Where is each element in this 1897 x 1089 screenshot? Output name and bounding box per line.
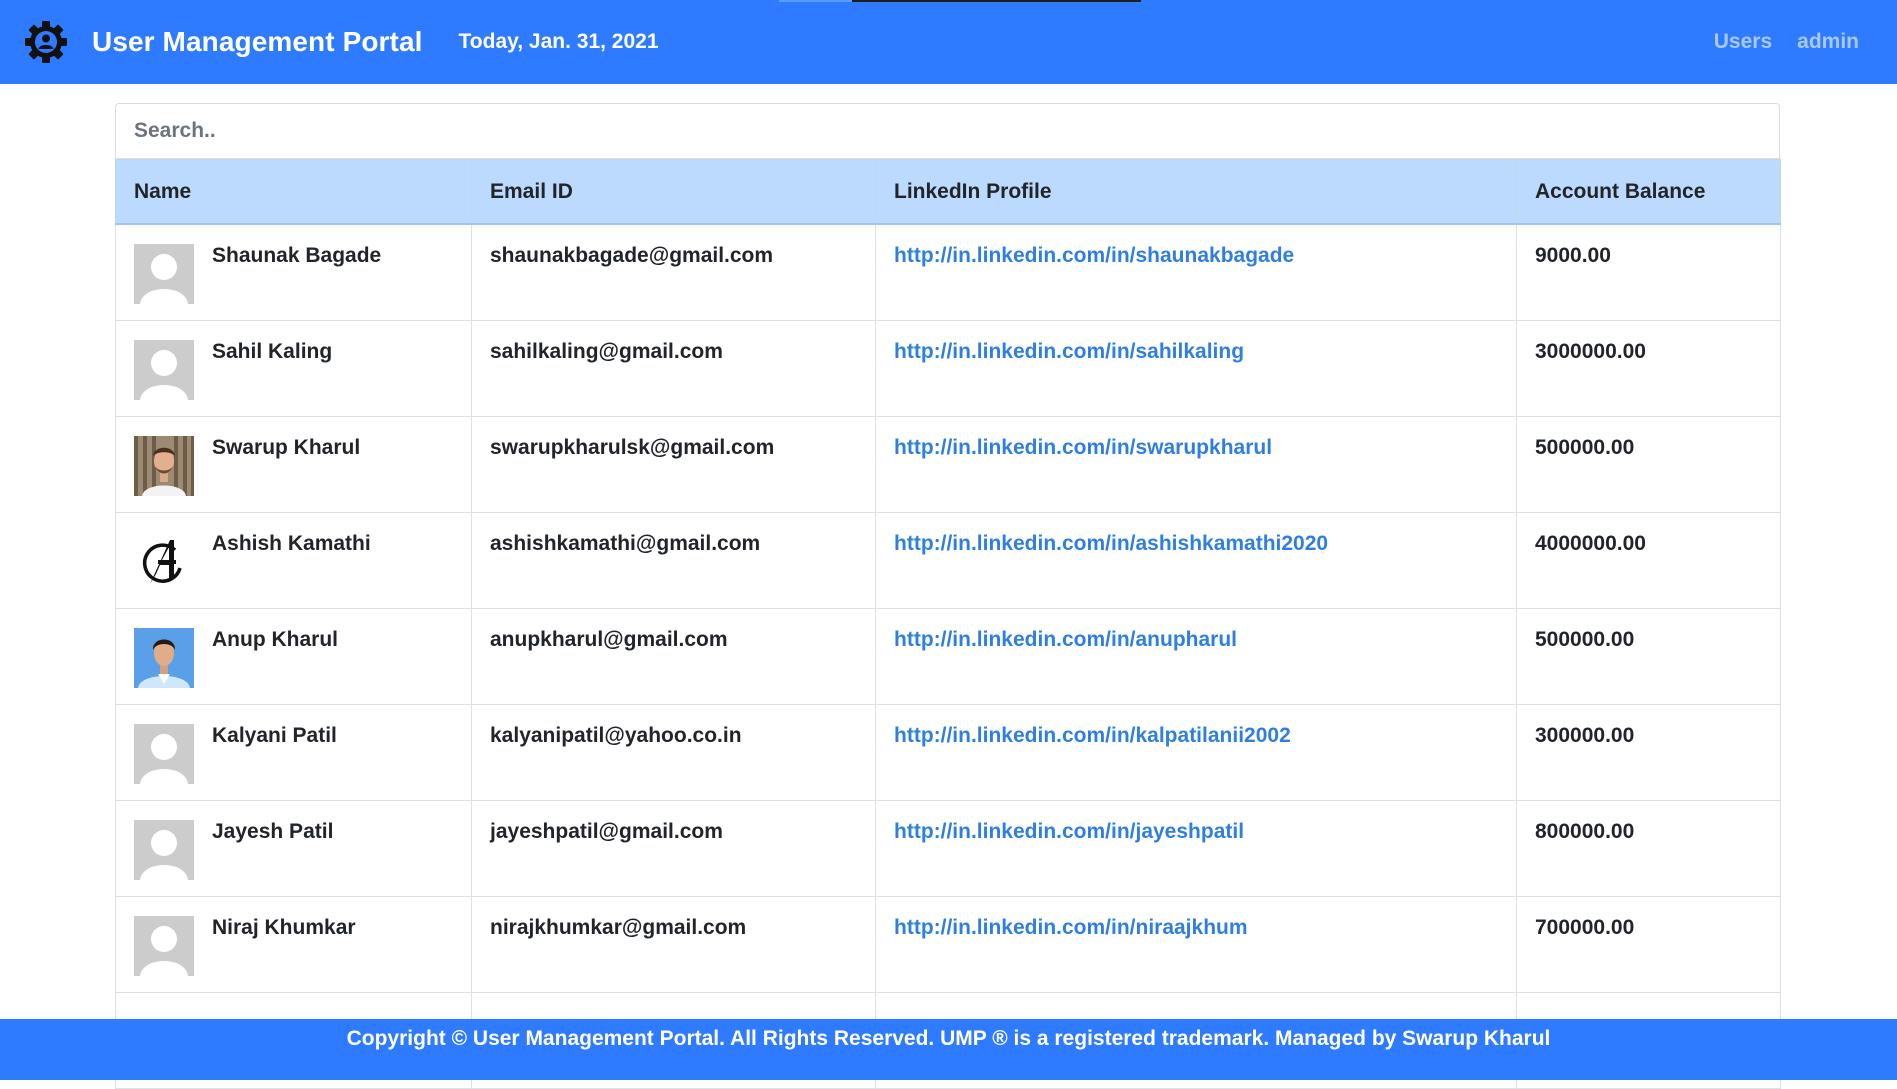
avengers-logo-avatar [134, 531, 194, 592]
default-avatar-icon [134, 915, 194, 976]
linkedin-cell: http://in.linkedin.com/in/anupharul [875, 607, 1517, 705]
default-avatar-icon [134, 819, 194, 880]
linkedin-link[interactable]: http://in.linkedin.com/in/niraajkhum [894, 916, 1248, 939]
nav-link-admin[interactable]: admin [1797, 30, 1859, 54]
top-progress-accent [779, 0, 1141, 2]
copyright-text: Copyright © User Management Portal. All … [346, 1027, 1551, 1050]
name-cell: Ashish Kamathi [115, 511, 472, 609]
linkedin-link[interactable]: http://in.linkedin.com/in/sahilkaling [894, 340, 1244, 363]
table-row[interactable]: Jayesh Patil jayeshpatil@gmail.com http:… [115, 799, 1781, 897]
linkedin-link[interactable]: http://in.linkedin.com/in/anupharul [894, 628, 1237, 651]
column-header-name[interactable]: Name [115, 159, 472, 225]
user-name: Kalyani Patil [212, 723, 337, 747]
balance-cell: 4000000.00 [1516, 511, 1781, 609]
nav-link-users[interactable]: Users [1714, 30, 1772, 54]
linkedin-cell: http://in.linkedin.com/in/shaunakbagade [875, 223, 1517, 321]
balance-cell: 500000.00 [1516, 415, 1781, 513]
linkedin-cell: http://in.linkedin.com/in/ashishkamathi2… [875, 511, 1517, 609]
user-name: Jayesh Patil [212, 819, 334, 843]
balance-cell: 500000.00 [1516, 607, 1781, 705]
linkedin-link[interactable]: http://in.linkedin.com/in/jayeshpatil [894, 820, 1244, 843]
column-header-email[interactable]: Email ID [471, 159, 876, 225]
user-name: Shaunak Bagade [212, 244, 382, 267]
user-name: Anup Kharul [212, 627, 338, 651]
user-name: Swarup Kharul [212, 435, 361, 459]
column-header-balance[interactable]: Account Balance [1516, 159, 1781, 225]
default-avatar-icon [134, 244, 194, 304]
nav-links: Users admin [1714, 30, 1859, 54]
table-header-row: Name Email ID LinkedIn Profile Account B… [115, 159, 1781, 225]
footer: Copyright © User Management Portal. All … [0, 1019, 1897, 1080]
linkedin-link[interactable]: http://in.linkedin.com/in/shaunakbagade [894, 244, 1294, 267]
table-row[interactable]: Kalyani Patil kalyanipatil@yahoo.co.in h… [115, 703, 1781, 801]
email-cell: nirajkhumkar@gmail.com [471, 895, 876, 993]
name-cell: Kalyani Patil [115, 703, 472, 801]
balance-cell: 300000.00 [1516, 703, 1781, 801]
gear-user-icon[interactable] [22, 18, 70, 66]
balance-cell: 700000.00 [1516, 895, 1781, 993]
table-row[interactable]: Swarup Kharul swarupkharulsk@gmail.com h… [115, 415, 1781, 513]
email-cell: swarupkharulsk@gmail.com [471, 415, 876, 513]
default-avatar-icon [134, 723, 194, 784]
email-cell: sahilkaling@gmail.com [471, 319, 876, 417]
name-cell: Shaunak Bagade [115, 223, 472, 321]
linkedin-link[interactable]: http://in.linkedin.com/in/swarupkharul [894, 436, 1272, 459]
email-cell: shaunakbagade@gmail.com [471, 223, 876, 321]
balance-cell: 800000.00 [1516, 799, 1781, 897]
table-row[interactable]: Ashish Kamathi ashishkamathi@gmail.com h… [115, 511, 1781, 609]
default-avatar-icon [134, 339, 194, 400]
email-cell: anupkharul@gmail.com [471, 607, 876, 705]
linkedin-cell: http://in.linkedin.com/in/sahilkaling [875, 319, 1517, 417]
table-row[interactable]: Anup Kharul anupkharul@gmail.com http://… [115, 607, 1781, 705]
linkedin-link[interactable]: http://in.linkedin.com/in/kalpatilanii20… [894, 724, 1291, 747]
email-cell: kalyanipatil@yahoo.co.in [471, 703, 876, 801]
current-date: Today, Jan. 31, 2021 [458, 30, 659, 53]
users-table: Name Email ID LinkedIn Profile Account B… [115, 159, 1781, 1089]
main-content: Name Email ID LinkedIn Profile Account B… [115, 103, 1781, 1089]
user-name: Sahil Kaling [212, 339, 333, 363]
linkedin-cell: http://in.linkedin.com/in/swarupkharul [875, 415, 1517, 513]
name-cell: Swarup Kharul [115, 415, 472, 513]
linkedin-link[interactable]: http://in.linkedin.com/in/ashishkamathi2… [894, 532, 1328, 555]
table-row[interactable]: Sahil Kaling sahilkaling@gmail.com http:… [115, 319, 1781, 417]
balance-cell: 3000000.00 [1516, 319, 1781, 417]
photo-avatar [134, 435, 194, 496]
navbar: User Management Portal Today, Jan. 31, 2… [0, 0, 1897, 84]
name-cell: Jayesh Patil [115, 799, 472, 897]
photo-avatar [134, 627, 194, 688]
email-cell: ashishkamathi@gmail.com [471, 511, 876, 609]
table-row[interactable]: Shaunak Bagade shaunakbagade@gmail.com h… [115, 223, 1781, 321]
user-name: Niraj Khumkar [212, 915, 356, 939]
table-row[interactable]: Niraj Khumkar nirajkhumkar@gmail.com htt… [115, 895, 1781, 993]
user-name: Ashish Kamathi [212, 531, 371, 555]
app-title[interactable]: User Management Portal [92, 26, 423, 58]
name-cell: Anup Kharul [115, 607, 472, 705]
name-cell: Sahil Kaling [115, 319, 472, 417]
linkedin-cell: http://in.linkedin.com/in/kalpatilanii20… [875, 703, 1517, 801]
balance-cell: 9000.00 [1516, 223, 1781, 321]
linkedin-cell: http://in.linkedin.com/in/niraajkhum [875, 895, 1517, 993]
name-cell: Niraj Khumkar [115, 895, 472, 993]
search-input[interactable] [115, 103, 1780, 159]
linkedin-cell: http://in.linkedin.com/in/jayeshpatil [875, 799, 1517, 897]
column-header-linkedin[interactable]: LinkedIn Profile [875, 159, 1517, 225]
email-cell: jayeshpatil@gmail.com [471, 799, 876, 897]
